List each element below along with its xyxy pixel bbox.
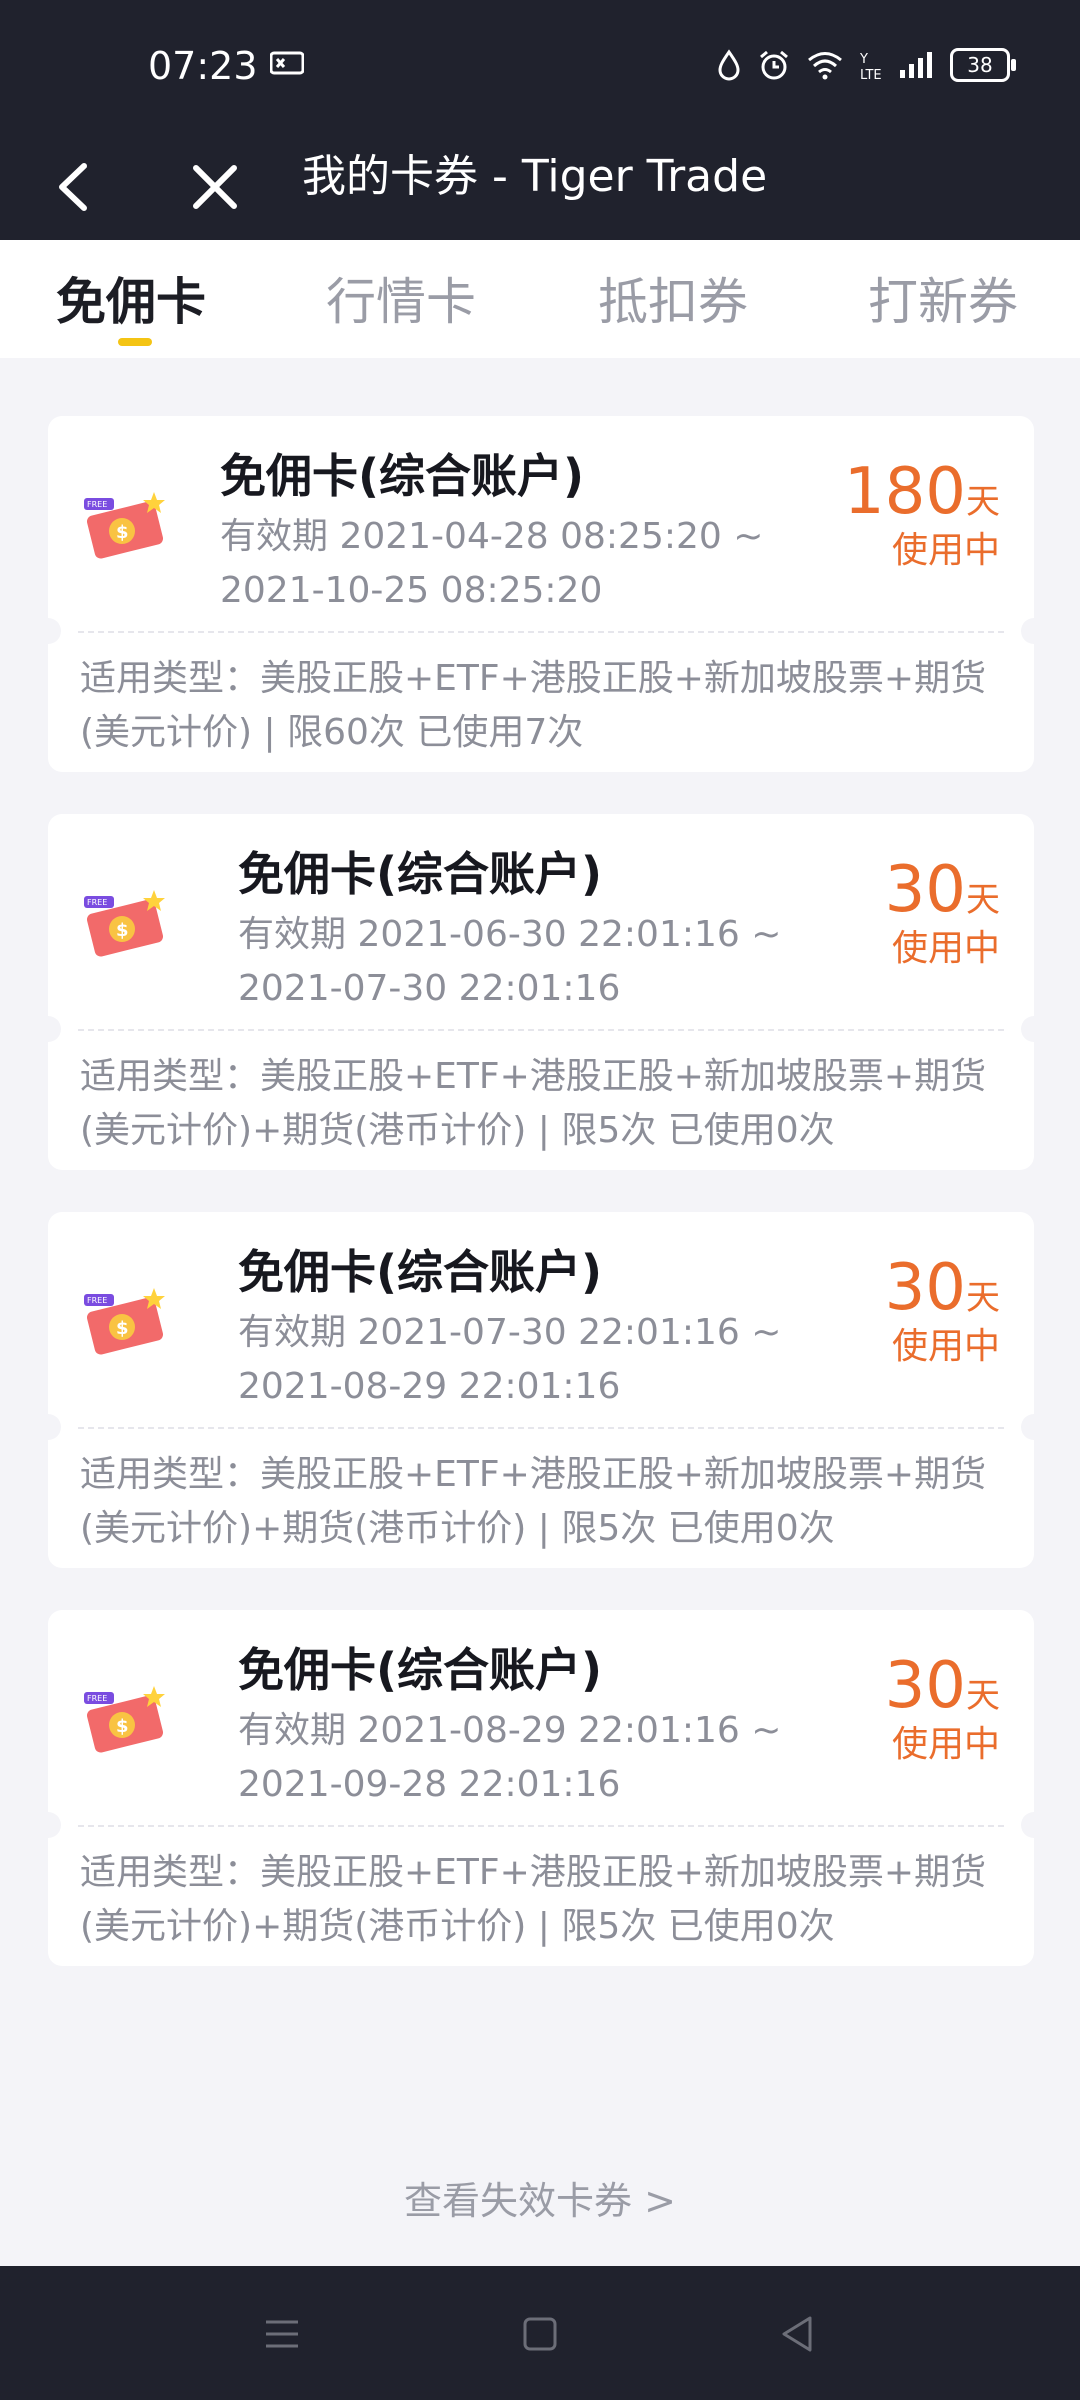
tab-bar: 免佣卡 行情卡 抵扣券 打新券 xyxy=(0,240,1080,358)
coupon-card[interactable]: FREE $ 免佣卡(综合账户) 有效期 2021-04-28 08:25:20… xyxy=(35,416,1047,772)
coupon-card[interactable]: FREE $ 免佣卡(综合账户) 有效期 2021-07-30 22:01:16… xyxy=(35,1212,1047,1568)
ticket-icon: FREE $ xyxy=(84,890,165,957)
svg-text:LTE: LTE xyxy=(860,68,882,81)
days-unit: 天 xyxy=(966,1278,1000,1318)
svg-text:FREE: FREE xyxy=(87,898,107,907)
card-status: 使用中 xyxy=(891,1724,1000,1765)
card-status: 使用中 xyxy=(891,530,1000,571)
alarm-icon xyxy=(760,50,788,80)
days-number: 30 xyxy=(884,853,966,927)
svg-text:FREE: FREE xyxy=(87,500,107,509)
card-validity-start: 有效期 2021-08-29 22:01:16 ~ xyxy=(238,1710,782,1751)
card-validity-start: 有效期 2021-07-30 22:01:16 ~ xyxy=(238,1312,782,1353)
back-triangle-icon[interactable] xyxy=(774,2310,822,2358)
home-square-icon[interactable] xyxy=(516,2310,564,2358)
drop-icon xyxy=(718,49,740,81)
card-description: 适用类型：美股正股+ETF+港股正股+新加坡股票+期货(美元计价)+期货(港币计… xyxy=(80,1454,987,1549)
tab-active-indicator xyxy=(118,338,152,346)
card-validity-end: 2021-10-25 08:25:20 xyxy=(220,570,603,611)
coupon-card[interactable]: FREE $ 免佣卡(综合账户) 有效期 2021-06-30 22:01:16… xyxy=(35,814,1047,1170)
card-name: 免佣卡(综合账户) xyxy=(238,1643,603,1697)
card-status: 使用中 xyxy=(891,928,1000,969)
wifi-icon xyxy=(808,52,842,80)
view-expired-coupons-link[interactable]: 查看失效卡券 > xyxy=(0,2170,1080,2225)
dashed-divider xyxy=(78,1427,1004,1429)
days-number: 30 xyxy=(884,1251,966,1325)
days-number: 180 xyxy=(843,455,966,529)
status-bar: 07:23 Y LTE 38 xyxy=(0,0,1080,136)
svg-text:$: $ xyxy=(116,1716,129,1737)
card-validity-start: 有效期 2021-04-28 08:25:20 ~ xyxy=(220,516,764,557)
svg-text:$: $ xyxy=(116,1318,129,1339)
battery-level: 38 xyxy=(967,53,993,77)
menu-icon[interactable] xyxy=(258,2310,306,2358)
card-validity-end: 2021-07-30 22:01:16 xyxy=(238,968,621,1009)
days-number: 30 xyxy=(884,1649,966,1723)
card-validity-start: 有效期 2021-06-30 22:01:16 ~ xyxy=(238,914,782,955)
card-status: 使用中 xyxy=(891,1326,1000,1367)
ticket-icon: FREE $ xyxy=(84,1288,165,1355)
dashed-divider xyxy=(78,631,1004,633)
coupon-card[interactable]: FREE $ 免佣卡(综合账户) 有效期 2021-08-29 22:01:16… xyxy=(35,1610,1047,1966)
back-arrow-icon[interactable] xyxy=(40,152,110,222)
svg-text:FREE: FREE xyxy=(87,1694,107,1703)
card-description: 适用类型：美股正股+ETF+港股正股+新加坡股票+期货(美元计价) | 限60次… xyxy=(80,658,987,753)
app-header: 我的卡券 - Tiger Trade xyxy=(0,136,1080,240)
card-name: 免佣卡(综合账户) xyxy=(220,449,585,503)
card-validity-end: 2021-09-28 22:01:16 xyxy=(238,1764,621,1805)
svg-text:$: $ xyxy=(116,522,129,543)
ticket-icon: FREE $ xyxy=(84,492,165,559)
card-days-remaining: 30天 使用中 xyxy=(885,1252,1000,1370)
page-title: 我的卡券 - Tiger Trade xyxy=(302,151,768,202)
volte-icon: Y LTE xyxy=(860,52,882,81)
card-description: 适用类型：美股正股+ETF+港股正股+新加坡股票+期货(美元计价)+期货(港币计… xyxy=(80,1852,987,1947)
signal-icon xyxy=(900,52,932,78)
card-name: 免佣卡(综合账户) xyxy=(238,847,603,901)
days-unit: 天 xyxy=(966,1676,1000,1716)
dashed-divider xyxy=(78,1029,1004,1031)
ticket-icon: FREE $ xyxy=(84,1686,165,1753)
card-days-remaining: 180天 使用中 xyxy=(844,456,1000,574)
status-time: 07:23 xyxy=(148,44,258,88)
card-days-remaining: 30天 使用中 xyxy=(885,854,1000,972)
battery-icon: 38 xyxy=(950,48,1016,82)
dashed-divider xyxy=(78,1825,1004,1827)
days-unit: 天 xyxy=(966,880,1000,920)
tab-quote-card[interactable]: 行情卡 xyxy=(326,262,476,334)
system-nav-bar xyxy=(0,2266,1080,2400)
card-description: 适用类型：美股正股+ETF+港股正股+新加坡股票+期货(美元计价)+期货(港币计… xyxy=(80,1056,987,1151)
tab-ipo-coupon[interactable]: 打新券 xyxy=(868,262,1018,334)
tab-commission-free[interactable]: 免佣卡 xyxy=(56,262,206,334)
close-icon[interactable] xyxy=(180,152,250,222)
days-unit: 天 xyxy=(966,482,1000,522)
card-days-remaining: 30天 使用中 xyxy=(885,1650,1000,1768)
card-name: 免佣卡(综合账户) xyxy=(238,1245,603,1299)
svg-text:Y: Y xyxy=(860,52,868,67)
svg-text:$: $ xyxy=(116,920,129,941)
tab-discount-coupon[interactable]: 抵扣券 xyxy=(598,262,748,334)
app-notification-icon xyxy=(270,51,304,75)
svg-text:FREE: FREE xyxy=(87,1296,107,1305)
card-validity-end: 2021-08-29 22:01:16 xyxy=(238,1366,621,1407)
